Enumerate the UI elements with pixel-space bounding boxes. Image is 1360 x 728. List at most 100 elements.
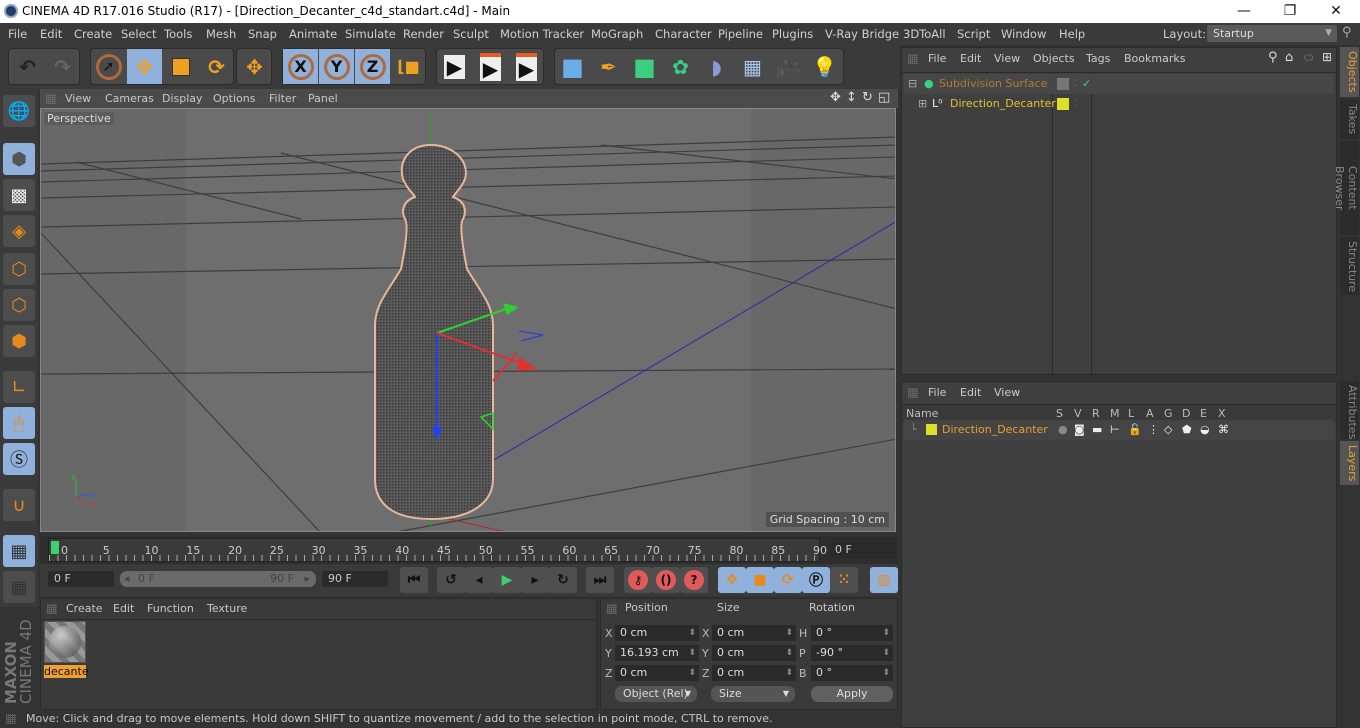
end-frame-field[interactable]: 90 F: [322, 571, 388, 587]
menu-select[interactable]: Select: [121, 27, 156, 41]
timeline-ruler[interactable]: 0 5 10 15 20 25 30 35 40 45 50 55 60 65 70 75 80 85 90: [48, 538, 827, 562]
perspective-viewport[interactable]: y z x Perspective Grid Spacing : 10 cm: [40, 108, 896, 532]
position-z-field[interactable]: 0 cm: [615, 665, 699, 681]
grip-icon[interactable]: [47, 604, 57, 614]
z-axis-lock-button[interactable]: Z: [355, 49, 390, 84]
objects-menu-tags[interactable]: Tags: [1086, 52, 1110, 65]
menu-snap[interactable]: Snap: [248, 27, 277, 41]
objects-menu-file[interactable]: File: [928, 52, 946, 65]
menu-help[interactable]: Help: [1059, 27, 1085, 41]
col-deformers[interactable]: D: [1182, 407, 1190, 420]
render-picture-viewer-button[interactable]: ▶: [473, 49, 508, 84]
y-axis-lock-button[interactable]: Y: [319, 49, 354, 84]
layers-menu-edit[interactable]: Edit: [960, 386, 981, 399]
visibility-dots-icon[interactable]: ⁚: [1074, 94, 1077, 114]
viewport-menu-options[interactable]: Options: [213, 92, 255, 105]
search-icon[interactable]: ⚲: [1342, 25, 1352, 40]
key-scale-button[interactable]: ■: [746, 567, 774, 593]
lock-open-icon[interactable]: 🔓: [1128, 420, 1142, 440]
recent-move-button[interactable]: ✥: [237, 49, 272, 84]
tab-objects[interactable]: Objects: [1340, 47, 1359, 97]
enabled-check-icon[interactable]: ✓: [1082, 74, 1091, 94]
next-frame-button[interactable]: ▸: [521, 567, 549, 593]
tweak-mode-button[interactable]: 🖱: [3, 407, 35, 439]
material-menu-texture[interactable]: Texture: [207, 602, 247, 615]
points-mode-button[interactable]: ⬡: [3, 253, 35, 285]
grip-icon[interactable]: [908, 54, 918, 64]
menu-motion-tracker[interactable]: Motion Tracker: [500, 27, 584, 41]
rotation-b-field[interactable]: 0 °: [811, 665, 893, 681]
minimize-button[interactable]: —: [1221, 0, 1267, 23]
size-y-field[interactable]: 0 cm: [712, 645, 796, 661]
scale-tool-button[interactable]: [163, 49, 198, 84]
close-button[interactable]: ✕: [1313, 0, 1359, 23]
menu-mesh[interactable]: Mesh: [206, 27, 236, 41]
col-view[interactable]: V: [1074, 407, 1082, 420]
polygons-mode-button[interactable]: ⬢: [3, 325, 35, 357]
workplane-lock-button[interactable]: ▦: [3, 535, 35, 567]
subdivision-surface-button[interactable]: ■: [627, 49, 662, 84]
maximize-view-icon[interactable]: ◱: [878, 90, 890, 105]
visibility-dots-icon[interactable]: ⁚: [1074, 74, 1077, 94]
col-render[interactable]: R: [1092, 407, 1100, 420]
redo-button[interactable]: ↷: [45, 49, 80, 84]
render-settings-button[interactable]: ▶: [509, 49, 544, 84]
collapse-icon[interactable]: ⊟: [908, 74, 917, 94]
key-position-button[interactable]: ✥: [718, 567, 746, 593]
rotate-view-icon[interactable]: ↻: [862, 90, 873, 105]
layers-menu-file[interactable]: File: [928, 386, 946, 399]
generator-icon[interactable]: ◇: [1164, 420, 1172, 440]
object-row-direction-decanter[interactable]: ⊞ L⁰ Direction_Decanter ⁚: [904, 94, 1334, 114]
deformer-button[interactable]: ◗: [699, 49, 734, 84]
menu-pipeline[interactable]: Pipeline: [718, 27, 763, 41]
objects-menu-edit[interactable]: Edit: [960, 52, 981, 65]
model-mode-button[interactable]: ⬢: [3, 143, 35, 175]
solo-button[interactable]: Ⓢ: [3, 443, 35, 475]
xref-icon[interactable]: ⌘: [1218, 420, 1229, 440]
size-x-field[interactable]: 0 cm: [712, 625, 796, 641]
camera-button[interactable]: 🎥: [771, 49, 806, 84]
objects-menu-bookmarks[interactable]: Bookmarks: [1124, 52, 1185, 65]
cube-button[interactable]: ■: [555, 49, 590, 84]
axis-mode-button[interactable]: ∟: [3, 371, 35, 403]
move-tool-button[interactable]: ✥: [127, 49, 162, 84]
zoom-view-icon[interactable]: ↕: [846, 90, 857, 105]
layer-name[interactable]: Direction_Decanter: [942, 420, 1048, 440]
coordinate-mode-dropdown[interactable]: Object (Rel) ▼: [615, 686, 697, 702]
light-button[interactable]: 💡: [807, 49, 842, 84]
prev-frame-button[interactable]: ◂: [465, 567, 493, 593]
menu-plugins[interactable]: Plugins: [772, 27, 813, 41]
workplane-mode-button[interactable]: ◈: [3, 215, 35, 247]
expand-icon[interactable]: ⊞: [918, 94, 927, 114]
objects-menu-view[interactable]: View: [994, 52, 1020, 65]
object-row-subdivision-surface[interactable]: ⊟ ● Subdivision Surface ⁚ ✓: [904, 74, 1334, 94]
rotate-tool-button[interactable]: ⟳: [199, 49, 234, 84]
start-frame-field[interactable]: 0 F: [48, 571, 114, 587]
go-to-end-button[interactable]: ⏭: [586, 567, 614, 593]
array-button[interactable]: ✿: [663, 49, 698, 84]
rotation-h-field[interactable]: 0 °: [811, 625, 893, 641]
menu-script[interactable]: Script: [957, 27, 990, 41]
workplane-align-button[interactable]: ▦: [3, 571, 35, 603]
menu-window[interactable]: Window: [1001, 27, 1046, 41]
tab-attributes[interactable]: Attributes: [1340, 381, 1359, 439]
layer-color-swatch[interactable]: [926, 424, 937, 435]
animation-icon[interactable]: ⋮: [1148, 420, 1159, 440]
menu-sculpt[interactable]: Sculpt: [453, 27, 489, 41]
tab-layers[interactable]: Layers: [1340, 441, 1359, 485]
grip-icon[interactable]: [908, 388, 918, 398]
key-parameter-button[interactable]: Ⓟ: [802, 567, 830, 593]
expression-icon[interactable]: ◒: [1200, 420, 1210, 440]
col-generators[interactable]: G: [1164, 407, 1173, 420]
col-manager[interactable]: M: [1110, 407, 1120, 420]
menu-mograph[interactable]: MoGraph: [591, 27, 643, 41]
autokey-button[interactable]: (): [652, 567, 680, 593]
live-selection-button[interactable]: ➚: [91, 49, 126, 84]
layer-swatch[interactable]: [1057, 78, 1069, 90]
clapper-icon[interactable]: ▬: [1092, 420, 1102, 440]
menu-edit[interactable]: Edit: [40, 27, 62, 41]
range-end-handle[interactable]: ▸: [304, 571, 310, 587]
make-editable-button[interactable]: 🌐: [3, 95, 35, 127]
eye-icon[interactable]: ◙: [1074, 420, 1085, 440]
tab-content-browser[interactable]: Content Browser: [1333, 141, 1359, 235]
